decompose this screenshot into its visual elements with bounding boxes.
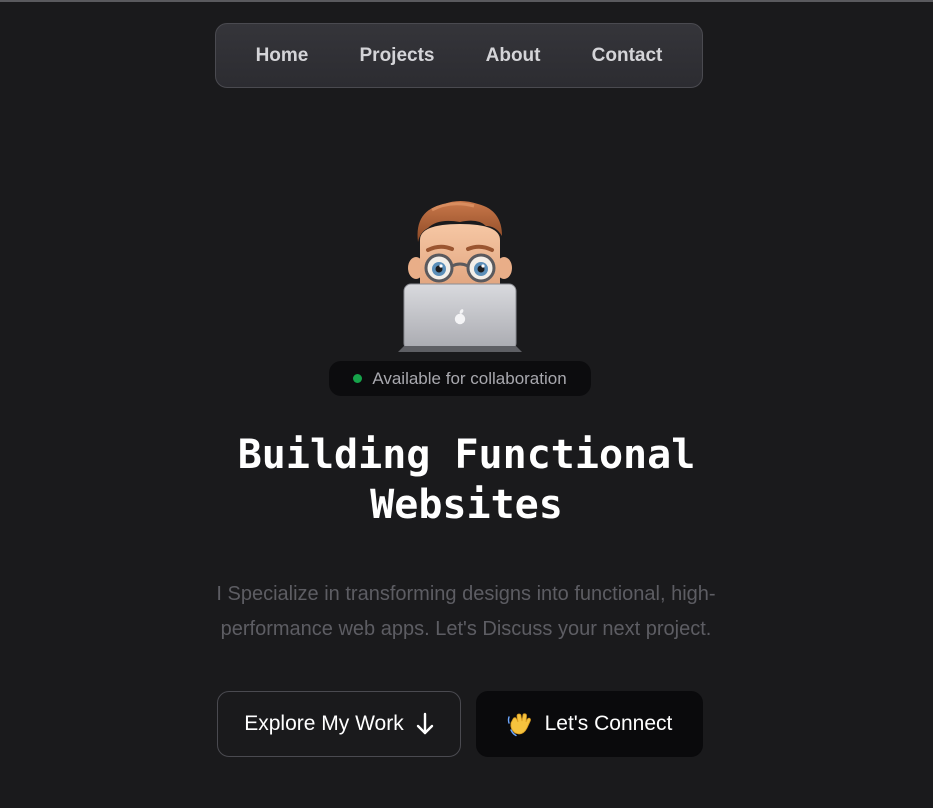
- waving-hand-icon: [507, 711, 533, 737]
- top-nav: Home Projects About Contact: [215, 23, 703, 88]
- memoji-avatar-icon: [398, 201, 522, 352]
- status-dot-icon: [353, 374, 363, 383]
- nav-link-contact[interactable]: Contact: [592, 45, 663, 67]
- hero-subtitle: I Specialize in transforming designs int…: [216, 583, 716, 640]
- nav-link-projects[interactable]: Projects: [360, 45, 435, 67]
- nav-link-about[interactable]: About: [486, 45, 541, 67]
- arrow-down-icon: [416, 712, 434, 736]
- availability-badge: Available for collaboration: [329, 361, 591, 396]
- lets-connect-button[interactable]: Let's Connect: [476, 691, 703, 757]
- connect-button-label: Let's Connect: [544, 712, 673, 735]
- page: Home Projects About Contact Available fo…: [0, 0, 933, 808]
- top-divider: [0, 0, 933, 2]
- hero-headline: Building Functional Websites: [0, 430, 933, 530]
- explore-my-work-button[interactable]: Explore My Work: [217, 691, 461, 757]
- nav-link-home[interactable]: Home: [256, 45, 309, 67]
- headline-line-2: Websites: [370, 482, 563, 528]
- availability-text: Available for collaboration: [372, 368, 567, 388]
- headline-line-1: Building Functional: [237, 432, 696, 478]
- explore-button-label: Explore My Work: [244, 712, 404, 735]
